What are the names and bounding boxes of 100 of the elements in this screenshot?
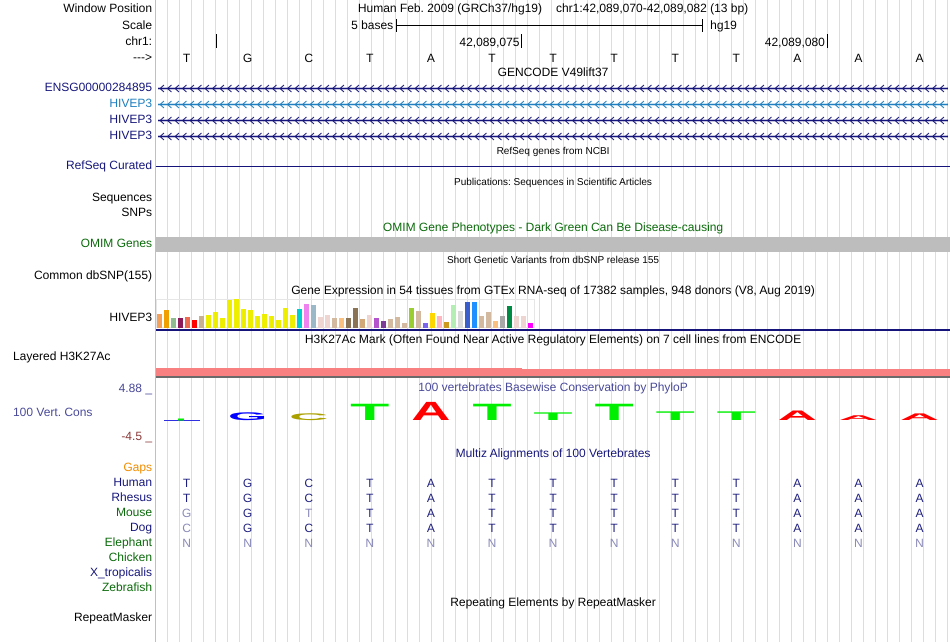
track-title: Multiz Alignments of 100 Vertebrates [456, 447, 650, 461]
alignment-base: T [610, 492, 618, 504]
scale-length: 5 bases [351, 18, 394, 32]
alignment-base: A [793, 522, 802, 534]
track-title: Short Genetic Variants from dbSNP release 155 [447, 254, 659, 266]
alignment-base: T [488, 522, 496, 534]
alignment-base: N [670, 536, 680, 548]
alignment-base: G [242, 476, 252, 488]
base-letter: A [854, 52, 862, 64]
alignment-base: G [182, 506, 192, 518]
alignment-base: T [549, 522, 557, 534]
alignment-base: T [610, 522, 618, 534]
axis-min-label: -4.5 _ [121, 430, 152, 443]
gene-label[interactable]: HIVEP3 [109, 97, 152, 111]
alignment-base: T [732, 522, 740, 534]
position-label: 42,089,080 [764, 36, 825, 50]
alignment-base: T [488, 492, 496, 504]
alignment-base: N [548, 536, 558, 548]
species-label: Dog [130, 520, 152, 534]
alignment-base: A [854, 522, 862, 534]
alignment-base: G [242, 522, 252, 534]
alignment-base: A [793, 506, 802, 518]
position-text: chr1:42,089,070-42,089,082 (13 bp) [556, 2, 748, 16]
track-title: RefSeq genes from NCBI [496, 146, 610, 156]
alignment-base: T [366, 492, 374, 504]
track-title: GENCODE V49lift37 [498, 66, 608, 80]
track-title: Publications: Sequences in Scientific Articles [454, 176, 652, 188]
base-letter: C [304, 52, 314, 64]
alignment-base: T [732, 506, 740, 518]
track-label: Layered H3K27Ac [13, 350, 110, 364]
assembly-label: hg19 [710, 18, 737, 32]
base-letter: A [426, 52, 435, 64]
track-title: H3K27Ac Mark (Often Found Near Active Regulatory Elements) on 7 cell lines from ENCODE [304, 332, 802, 346]
alignment-base: T [671, 506, 679, 518]
gene-label[interactable]: HIVEP3 [109, 113, 152, 127]
track-title: Gene Expression in 54 tissues from GTEx RNA-seq of 17382 samples, 948 donors (V8, Aug 2019) [291, 284, 815, 298]
alignment-base: T [549, 492, 557, 504]
alignment-base: A [426, 522, 435, 534]
species-label: Chicken [108, 550, 152, 564]
alignment-base: T [305, 506, 312, 518]
species-label: Rhesus [111, 490, 152, 504]
gene-label[interactable]: ENSG00000284895 [44, 81, 152, 95]
alignment-base: N [426, 536, 436, 548]
alignment-base: T [610, 476, 618, 488]
alignment-base: C [304, 476, 314, 488]
species-label: Elephant [104, 536, 152, 550]
track-title: Repeating Elements by RepeatMasker [450, 596, 656, 610]
base-letter: G [242, 52, 252, 64]
alignment-base: C [304, 492, 314, 504]
alignment-base: A [854, 492, 862, 504]
alignment-base: T [671, 492, 679, 504]
alignment-base: C [304, 522, 314, 534]
alignment-base: A [793, 492, 802, 504]
alignment-base: T [549, 476, 557, 488]
alignment-base: C [182, 522, 191, 534]
track-label: Window Position [63, 2, 152, 16]
alignment-base: T [366, 506, 374, 518]
alignment-base: A [915, 476, 924, 488]
alignment-base: T [610, 506, 618, 518]
alignment-base: A [854, 476, 862, 488]
alignment-base: A [915, 522, 924, 534]
track-label: SNPs [121, 206, 152, 220]
track-label: Sequences [92, 190, 152, 204]
gene-label: HIVEP3 [109, 310, 152, 324]
alignment-base: T [732, 476, 740, 488]
alignment-base: N [488, 536, 496, 548]
alignment-base: N [854, 536, 863, 548]
alignment-base: A [426, 506, 435, 518]
track-label: Scale [122, 18, 152, 32]
gene-label[interactable]: HIVEP3 [109, 129, 152, 143]
alignment-base: N [304, 536, 314, 548]
alignment-base: T [366, 476, 374, 488]
alignment-base: A [854, 506, 862, 518]
base-letter: A [915, 52, 924, 64]
track-label[interactable]: RefSeq Curated [66, 159, 152, 173]
assembly-title: Human Feb. 2009 (GRCh37/hg19) [358, 2, 542, 16]
alignment-base: A [426, 476, 435, 488]
alignment-base: T [182, 476, 190, 488]
alignment-base: T [366, 522, 374, 534]
alignment-base: T [488, 476, 496, 488]
base-letter: T [366, 52, 374, 64]
track-title: 100 vertebrates Basewise Conservation by PhyloP [418, 381, 688, 394]
track-label[interactable]: OMIM Genes [80, 237, 152, 251]
alignment-base: T [671, 522, 679, 534]
track-label: chr1: [125, 35, 152, 49]
alignment-base: N [915, 536, 924, 548]
base-letter: T [671, 52, 679, 64]
species-label: X_tropicalis [90, 566, 152, 580]
base-letter: T [488, 52, 496, 64]
position-label: 42,089,075 [459, 36, 520, 50]
alignment-base: A [915, 506, 924, 518]
axis-max-label: 4.88 _ [118, 382, 152, 396]
alignment-base: A [426, 492, 435, 504]
track-label[interactable]: 100 Vert. Cons [0, 406, 92, 420]
low-score-mark [164, 418, 200, 422]
track-label: Gaps [123, 461, 152, 475]
track-title: OMIM Gene Phenotypes - Dark Green Can Be Disease-causing [382, 221, 724, 235]
alignment-base: T [549, 506, 557, 518]
track-label: Common dbSNP(155) [34, 268, 152, 282]
alignment-base: N [792, 536, 802, 548]
